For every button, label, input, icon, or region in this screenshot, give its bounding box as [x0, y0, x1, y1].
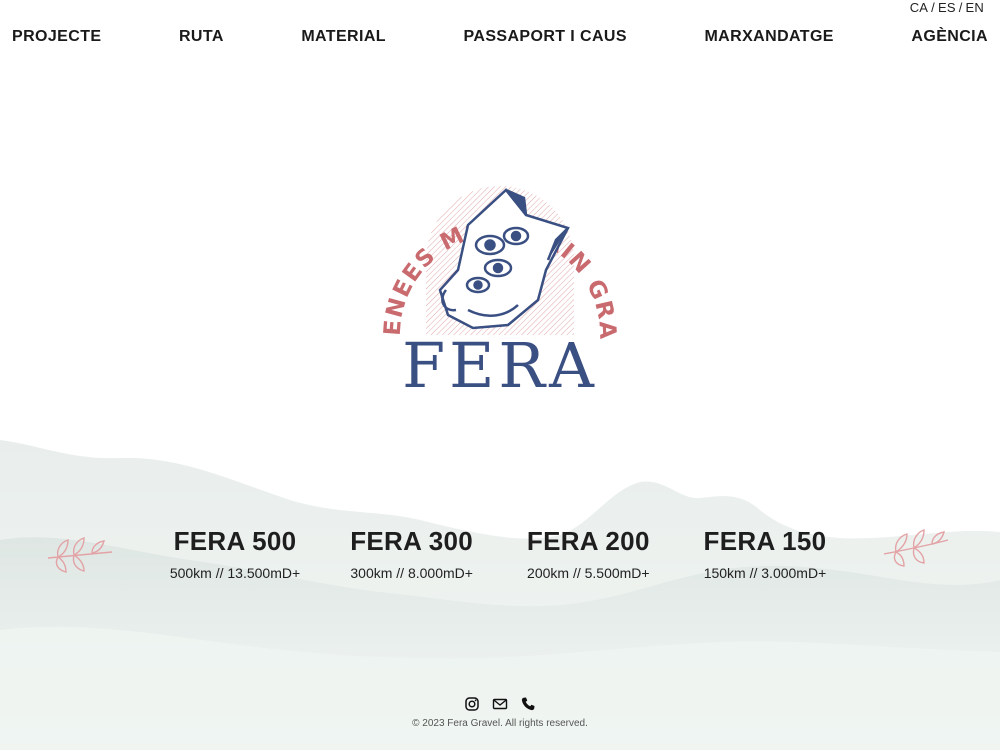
social-links: [0, 696, 1000, 712]
route-fera-150[interactable]: FERA 150 150km // 3.000mD+: [685, 526, 845, 581]
route-fera-300[interactable]: FERA 300 300km // 8.000mD+: [332, 526, 492, 581]
language-switcher: CA / ES / EN: [910, 0, 984, 15]
route-name: FERA 150: [703, 526, 827, 556]
mail-icon[interactable]: [492, 696, 508, 712]
route-name: FERA 200: [526, 526, 650, 556]
nav-passaport-i-caus[interactable]: PASSAPORT I CAUS: [463, 28, 626, 46]
phone-icon[interactable]: [520, 696, 536, 712]
nav-agencia[interactable]: AGÈNCIA: [911, 28, 988, 46]
lang-separator: /: [958, 0, 963, 15]
route-stats: 200km // 5.500mD+: [527, 565, 650, 581]
nav-ruta[interactable]: RUTA: [179, 28, 224, 46]
route-name: FERA 300: [350, 526, 474, 556]
lang-ca-link[interactable]: CA: [910, 0, 928, 15]
routes-list: FERA 500 500km // 13.500mD+ FERA 300 300…: [155, 526, 845, 581]
route-name: FERA 500: [173, 526, 297, 556]
lang-es-link[interactable]: ES: [938, 0, 956, 15]
main-nav: PROJECTE RUTA MATERIAL PASSAPORT I CAUS …: [12, 28, 988, 46]
leaf-sprig-icon: [47, 537, 113, 573]
leaf-sprig-icon: [883, 529, 949, 567]
route-fera-200[interactable]: FERA 200 200km // 5.500mD+: [508, 526, 668, 581]
route-stats: 500km // 13.500mD+: [169, 565, 301, 581]
nav-material[interactable]: MATERIAL: [301, 28, 386, 46]
logo-title: FERA: [402, 329, 598, 402]
lang-en-link[interactable]: EN: [966, 0, 984, 15]
instagram-icon[interactable]: [464, 696, 480, 712]
lang-separator: /: [931, 0, 935, 15]
route-fera-500[interactable]: FERA 500 500km // 13.500mD+: [155, 526, 315, 581]
nav-marxandatge[interactable]: MARXANDATGE: [704, 28, 833, 46]
copyright-text: © 2023 Fera Gravel. All rights reserved.: [412, 718, 588, 729]
route-stats: 300km // 8.000mD+: [350, 565, 473, 581]
route-stats: 150km // 3.000mD+: [703, 565, 827, 581]
nav-projecte[interactable]: PROJECTE: [12, 28, 101, 46]
